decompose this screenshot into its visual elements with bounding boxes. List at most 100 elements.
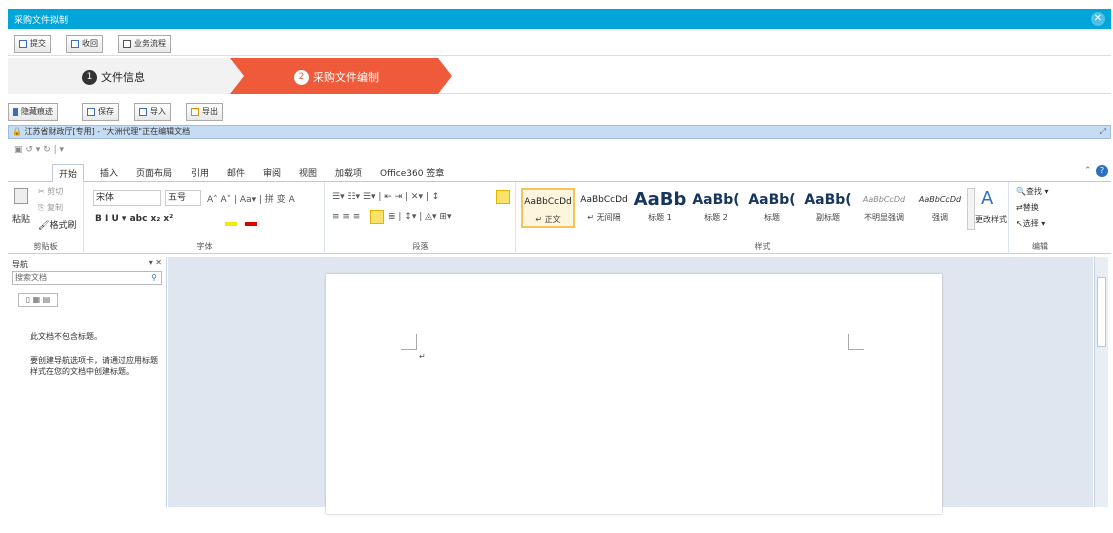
font-color-icon[interactable] bbox=[245, 222, 257, 226]
tab-addins[interactable]: 加载项 bbox=[335, 166, 362, 179]
action-toolbar: 提交 收回 业务流程 bbox=[8, 30, 1111, 56]
export-icon bbox=[191, 108, 199, 116]
find-button[interactable]: 🔍查找 ▾ bbox=[1016, 186, 1049, 197]
tab-references[interactable]: 引用 bbox=[191, 166, 209, 179]
search-icon[interactable]: ⚲ bbox=[151, 272, 157, 284]
justify-icon[interactable] bbox=[370, 210, 384, 224]
withdraw-icon bbox=[71, 40, 79, 48]
minimize-ribbon-icon[interactable]: ⌃ bbox=[1084, 166, 1092, 176]
font-size-select[interactable]: 五号 bbox=[165, 190, 201, 206]
style-heading1[interactable]: AaBb 标题 1 bbox=[633, 188, 687, 228]
style-normal[interactable]: AaBbCcDd ↵ 正文 bbox=[521, 188, 575, 228]
style-subtle-emphasis[interactable]: AaBbCcDd 不明显强调 bbox=[857, 188, 911, 228]
step2-label: 采购文件编制 bbox=[313, 71, 379, 84]
import-button[interactable]: 导入 bbox=[134, 103, 171, 121]
step2-arrow bbox=[438, 58, 452, 94]
paste-label[interactable]: 粘贴 bbox=[12, 212, 30, 225]
window-title: 采购文件拟制 bbox=[14, 16, 69, 26]
tab-insert[interactable]: 插入 bbox=[100, 166, 118, 179]
vertical-scrollbar[interactable] bbox=[1094, 257, 1108, 507]
step-indicator: 1 文件信息 2 采购文件编制 bbox=[8, 58, 1111, 94]
window-titlebar: 采购文件拟制 ✕ bbox=[8, 9, 1111, 29]
tab-review[interactable]: 审阅 bbox=[263, 166, 281, 179]
spacing-buttons[interactable]: ≣ | ↕▾ | ◬▾ ⊞▾ bbox=[388, 212, 451, 222]
step1-label: 文件信息 bbox=[101, 71, 145, 84]
doc-toolbar: 隐藏痕迹 保存 导入 导出 bbox=[8, 101, 1111, 123]
workflow-label: 业务流程 bbox=[134, 39, 166, 48]
navigation-pane: 导航 ▾ ✕ 搜索文档 ⚲ ▯ ▦ ▤ 此文档不包含标题。 要创建导航选项卡，请通… bbox=[10, 257, 167, 507]
align-buttons[interactable]: ≡ ≡ ≡ bbox=[332, 212, 360, 222]
hide-revisions-label: 隐藏痕迹 bbox=[21, 107, 53, 116]
hide-revisions-button[interactable]: 隐藏痕迹 bbox=[8, 103, 58, 121]
nav-search-input[interactable]: 搜索文档 ⚲ bbox=[12, 271, 162, 285]
withdraw-label: 收回 bbox=[82, 39, 98, 48]
paste-icon[interactable] bbox=[14, 188, 28, 204]
tab-view[interactable]: 视图 bbox=[299, 166, 317, 179]
font-label: 字体 bbox=[196, 242, 213, 251]
styles-scroll[interactable] bbox=[967, 188, 975, 230]
nav-msg-create-headings: 要创建导航选项卡，请通过应用标题样式在您的文档中创建标题。 bbox=[30, 356, 158, 376]
nav-msg-no-headings: 此文档不包含标题。 bbox=[30, 332, 102, 341]
tab-mailings[interactable]: 邮件 bbox=[227, 166, 245, 179]
tab-home[interactable]: 开始 bbox=[52, 164, 85, 183]
style-subtitle[interactable]: AaBb(副标题 bbox=[801, 188, 855, 228]
nav-title: 导航 bbox=[12, 260, 28, 269]
nav-view-tabs[interactable]: ▯ ▦ ▤ bbox=[18, 293, 58, 307]
document-page[interactable]: ↵ bbox=[326, 274, 942, 514]
step1-number: 1 bbox=[82, 69, 97, 85]
withdraw-button[interactable]: 收回 bbox=[66, 35, 103, 53]
save-button[interactable]: 保存 bbox=[82, 103, 119, 121]
paragraph-group: ☰▾ ☷▾ ☰▾ | ⇤ ⇥ | ✕▾ | ↕ ≡ ≡ ≡ ≣ | ↕▾ | ◬… bbox=[326, 182, 516, 254]
submit-button[interactable]: 提交 bbox=[14, 35, 51, 53]
clipboard-label: 剪贴板 bbox=[33, 242, 58, 251]
tab-office360[interactable]: Office360 签章 bbox=[380, 166, 444, 179]
font-format-buttons[interactable]: B I U ▾ abc x₂ x² bbox=[95, 214, 173, 224]
submit-icon bbox=[19, 40, 27, 48]
submit-label: 提交 bbox=[30, 39, 46, 48]
ribbon: 粘贴 ✂ 剪切 ⎘ 复制 🖌格式刷 剪贴板 宋体 五号 A˄ A˅ | Aa▾ … bbox=[8, 182, 1111, 254]
save-label: 保存 bbox=[98, 107, 114, 116]
editing-group: 🔍查找 ▾ ⇄替换 ↖选择 ▾ 编辑 bbox=[1010, 182, 1070, 254]
step-file-info[interactable]: 1 文件信息 bbox=[8, 58, 242, 94]
nav-close-icon[interactable]: ▾ ✕ bbox=[149, 258, 162, 267]
copy-button[interactable]: ⎘ 复制 bbox=[38, 202, 63, 213]
cut-button[interactable]: ✂ 剪切 bbox=[38, 186, 63, 197]
highlight-color-icon[interactable] bbox=[225, 222, 237, 226]
step2-number: 2 bbox=[294, 69, 309, 85]
quick-access-toolbar: ▣ ↺ ▾ ↻ | ▾ bbox=[8, 140, 1111, 162]
change-styles-label[interactable]: 更改样式 bbox=[975, 214, 1007, 225]
step-file-edit[interactable]: 2 采购文件编制 bbox=[230, 58, 452, 94]
font-size-tools[interactable]: A˄ A˅ | Aa▾ | 拼 变 A bbox=[207, 192, 295, 205]
qat-items[interactable]: ↺ ▾ ↻ | ▾ bbox=[25, 145, 64, 155]
scroll-thumb[interactable] bbox=[1097, 277, 1106, 347]
import-label: 导入 bbox=[150, 107, 166, 116]
restore-icon[interactable]: ⤢ bbox=[1100, 126, 1106, 138]
style-title[interactable]: AaBb(标题 bbox=[745, 188, 799, 228]
close-icon[interactable]: ✕ bbox=[1091, 12, 1105, 26]
change-styles-icon[interactable]: A bbox=[981, 188, 993, 209]
style-emphasis[interactable]: AaBbCcDd 强调 bbox=[913, 188, 967, 228]
replace-button[interactable]: ⇄替换 bbox=[1016, 202, 1039, 213]
editing-label: 编辑 bbox=[1032, 242, 1048, 251]
select-button[interactable]: ↖选择 ▾ bbox=[1016, 218, 1045, 229]
import-icon bbox=[139, 108, 147, 116]
font-name-select[interactable]: 宋体 bbox=[93, 190, 161, 206]
workflow-icon bbox=[123, 40, 131, 48]
word-titlebar: 🔒 江苏省财政厅[专用] - "大洲代理"正在编辑文档 ⤢ bbox=[8, 125, 1111, 139]
word-title: 江苏省财政厅[专用] - "大洲代理"正在编辑文档 bbox=[24, 127, 191, 136]
hide-revisions-icon bbox=[13, 108, 18, 116]
styles-label: 样式 bbox=[754, 242, 771, 251]
show-marks-icon[interactable] bbox=[496, 190, 510, 204]
step2-notch bbox=[230, 58, 244, 94]
help-icon[interactable]: ? bbox=[1096, 165, 1108, 177]
paragraph-label: 段落 bbox=[412, 242, 429, 251]
save-small-icon[interactable]: ▣ bbox=[14, 145, 23, 155]
list-buttons[interactable]: ☰▾ ☷▾ ☰▾ | ⇤ ⇥ | ✕▾ | ↕ bbox=[332, 192, 439, 202]
style-heading2[interactable]: AaBb(标题 2 bbox=[689, 188, 743, 228]
style-no-spacing[interactable]: AaBbCcDd ↵ 无间隔 bbox=[577, 188, 631, 228]
workflow-button[interactable]: 业务流程 bbox=[118, 35, 171, 53]
format-painter-button[interactable]: 🖌格式刷 bbox=[38, 218, 76, 231]
save-icon bbox=[87, 108, 95, 116]
tab-page-layout[interactable]: 页面布局 bbox=[136, 166, 172, 179]
export-button[interactable]: 导出 bbox=[186, 103, 223, 121]
